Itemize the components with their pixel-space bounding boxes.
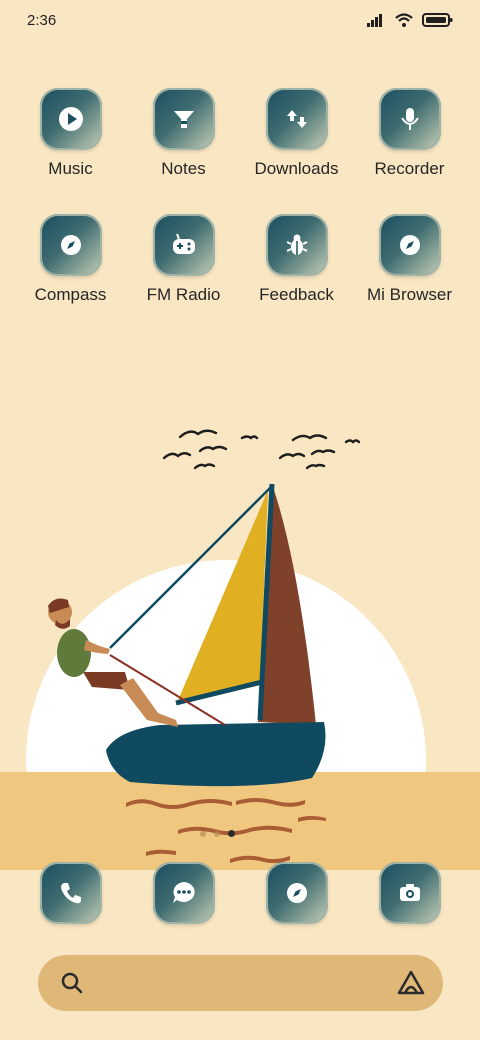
app-label: Recorder bbox=[374, 159, 445, 178]
app-mi-browser[interactable]: Mi Browser bbox=[353, 214, 466, 305]
wallpaper-illustration bbox=[0, 429, 480, 870]
wifi-icon bbox=[395, 13, 413, 27]
search-bar[interactable] bbox=[38, 955, 443, 1011]
mi-browser-app-icon[interactable] bbox=[378, 214, 441, 276]
radio-icon bbox=[172, 233, 195, 254]
page-dot[interactable] bbox=[214, 830, 220, 837]
app-downloads[interactable]: Downloads bbox=[240, 88, 353, 179]
birds bbox=[162, 429, 361, 470]
dock-messages[interactable] bbox=[127, 862, 240, 924]
app-label: Feedback bbox=[259, 285, 334, 304]
music-app-icon[interactable] bbox=[39, 88, 102, 150]
downloads-app-icon[interactable] bbox=[265, 88, 328, 150]
page-dot-active[interactable] bbox=[228, 830, 235, 837]
notes-icon bbox=[173, 111, 194, 128]
camera-icon bbox=[399, 884, 420, 901]
browser-compass-icon bbox=[286, 883, 307, 903]
app-label: Downloads bbox=[254, 159, 339, 178]
feedback-app-icon[interactable] bbox=[265, 214, 328, 276]
app-label: Compass bbox=[34, 285, 107, 304]
app-compass[interactable]: Compass bbox=[14, 214, 127, 305]
status-time: 2:36 bbox=[27, 12, 57, 29]
notes-app-icon[interactable] bbox=[152, 88, 215, 150]
app-label: Music bbox=[48, 159, 93, 178]
app-recorder[interactable]: Recorder bbox=[353, 88, 466, 179]
assistant-icon[interactable] bbox=[395, 969, 427, 997]
status-icons bbox=[366, 12, 454, 28]
compass-icon bbox=[60, 235, 81, 255]
browser-compass-icon bbox=[399, 235, 420, 255]
search-icon[interactable] bbox=[58, 969, 86, 997]
page-dot[interactable] bbox=[200, 830, 206, 837]
phone-icon bbox=[60, 883, 81, 904]
app-music[interactable]: Music bbox=[14, 88, 127, 179]
battery-icon bbox=[422, 13, 453, 27]
camera-app-icon[interactable] bbox=[378, 862, 441, 924]
compass-app-icon[interactable] bbox=[39, 214, 102, 276]
app-feedback[interactable]: Feedback bbox=[240, 214, 353, 305]
app-fm-radio[interactable]: FM Radio bbox=[127, 214, 240, 305]
hull bbox=[106, 722, 326, 787]
status-bar: 2:36 bbox=[0, 0, 480, 44]
microphone-icon bbox=[400, 108, 419, 130]
dock-camera[interactable] bbox=[353, 862, 466, 924]
page-indicator bbox=[200, 830, 235, 837]
bug-icon bbox=[286, 234, 307, 255]
browser-app-icon[interactable] bbox=[265, 862, 328, 924]
app-notes[interactable]: Notes bbox=[127, 88, 240, 179]
phone-app-icon[interactable] bbox=[39, 862, 102, 924]
fm-radio-app-icon[interactable] bbox=[152, 214, 215, 276]
app-label: Notes bbox=[161, 159, 206, 178]
play-icon bbox=[58, 107, 83, 131]
app-label: FM Radio bbox=[146, 285, 221, 304]
sand bbox=[0, 772, 480, 870]
app-label: Mi Browser bbox=[366, 285, 452, 304]
search-input[interactable] bbox=[98, 969, 392, 999]
message-icon bbox=[172, 882, 195, 903]
dock-phone[interactable] bbox=[14, 862, 127, 924]
messages-app-icon[interactable] bbox=[152, 862, 215, 924]
dock-browser[interactable] bbox=[240, 862, 353, 924]
download-icon bbox=[286, 110, 307, 128]
recorder-app-icon[interactable] bbox=[378, 88, 441, 150]
signal-icon bbox=[367, 14, 382, 27]
